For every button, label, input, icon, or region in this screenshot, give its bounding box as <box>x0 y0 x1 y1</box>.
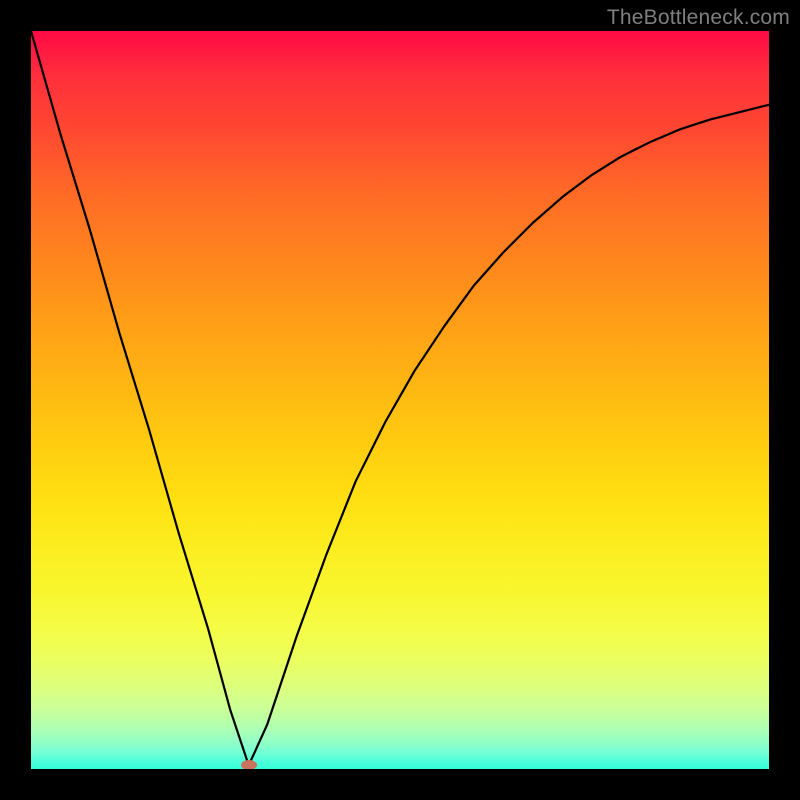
watermark-text: TheBottleneck.com <box>607 6 790 30</box>
chart-frame: TheBottleneck.com <box>0 0 800 800</box>
plot-area <box>31 31 769 769</box>
optimum-marker <box>241 760 257 769</box>
bottleneck-curve <box>31 31 769 769</box>
